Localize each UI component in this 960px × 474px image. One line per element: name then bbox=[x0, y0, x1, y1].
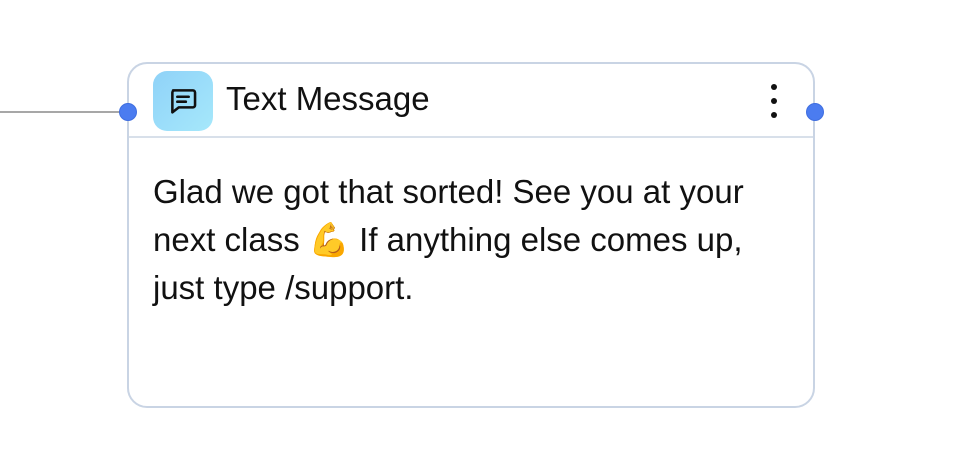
more-options-button[interactable] bbox=[765, 84, 783, 118]
node-title: Text Message bbox=[226, 80, 430, 117]
flow-canvas[interactable]: Text Message Glad we got that sorted! Se… bbox=[0, 0, 960, 474]
node-header: Text Message bbox=[129, 64, 813, 138]
more-options-dot-icon bbox=[771, 84, 777, 90]
message-square-text-icon bbox=[153, 71, 213, 131]
message-body-text: Glad we got that sorted! See you at your… bbox=[153, 173, 744, 306]
text-message-node[interactable]: Text Message Glad we got that sorted! Se… bbox=[127, 62, 815, 408]
more-options-dot-icon bbox=[771, 98, 777, 104]
output-port[interactable] bbox=[806, 103, 824, 121]
incoming-connector-line bbox=[0, 111, 126, 113]
more-options-dot-icon bbox=[771, 112, 777, 118]
input-port[interactable] bbox=[119, 103, 137, 121]
